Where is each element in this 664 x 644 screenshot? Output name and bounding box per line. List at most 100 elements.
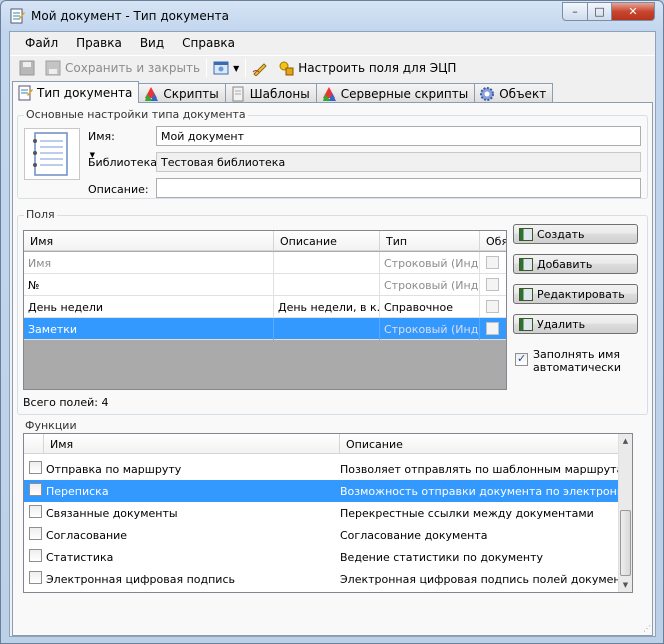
column-header-description[interactable]: Описание [274, 231, 380, 251]
list-item-selected[interactable]: Переписка Возможность отправки документа… [24, 480, 620, 502]
list-item[interactable]: Согласование Согласование документа [24, 524, 620, 546]
browser-window-icon [213, 61, 229, 75]
key-lock-icon [279, 61, 294, 76]
toolbar-separator [245, 59, 247, 77]
item-check-cell [24, 461, 46, 477]
tab-object[interactable]: Объект [474, 83, 554, 103]
column-header-required[interactable]: Обя: [480, 231, 506, 251]
functions-list: Имя Описание Отправка по маршруту Позвол… [23, 433, 633, 593]
scrollbar-thumb[interactable] [620, 510, 631, 576]
list-item[interactable]: Статистика Ведение статистики по докумен… [24, 546, 620, 568]
scripts-icon [145, 86, 159, 101]
name-field[interactable]: Мой документ [156, 126, 641, 146]
function-name: Статистика [46, 550, 114, 564]
autofill-name-checkbox[interactable] [515, 352, 528, 366]
client-area: Файл Правка Вид Справка Сохранить и закр… [9, 31, 656, 637]
maximize-button[interactable]: □ [587, 2, 612, 21]
tab-scripts[interactable]: Скрипты [138, 83, 226, 103]
group-title: Основные настройки типа документа [24, 108, 248, 121]
function-checkbox[interactable] [29, 483, 42, 496]
save-and-close-button[interactable]: Сохранить и закрыть [42, 57, 203, 79]
menu-help[interactable]: Справка [173, 33, 244, 53]
chevron-down-icon: ▼ [233, 63, 240, 73]
edit-field-button[interactable]: Редактировать [513, 284, 638, 304]
document-icon-picker[interactable]: ▼ [24, 128, 95, 180]
scroll-down-arrow-icon[interactable]: ▼ [619, 578, 632, 592]
resize-grip-icon[interactable]: ⋰ [643, 624, 653, 634]
functions-scrollbar[interactable]: ▲ ▼ [618, 434, 632, 592]
library-label: Библиотека: [88, 156, 161, 169]
list-item[interactable]: Связанные документы Перекрестные ссылки … [24, 502, 620, 524]
cell-description [274, 318, 380, 340]
required-checkbox[interactable] [486, 256, 499, 269]
scroll-up-arrow-icon[interactable]: ▲ [619, 434, 632, 448]
templates-icon [232, 86, 244, 101]
function-name: Согласование [46, 528, 128, 542]
function-checkbox[interactable] [29, 505, 42, 518]
item-check-cell [24, 549, 46, 565]
configure-ecp-fields-button[interactable]: Настроить поля для ЭЦП [275, 57, 459, 79]
save-button[interactable] [16, 57, 42, 79]
create-field-button[interactable]: Создать [513, 224, 638, 244]
save-close-icon [45, 60, 61, 76]
cell-name: Имя [24, 252, 274, 274]
delete-field-button[interactable]: Удалить [513, 314, 638, 334]
list-item[interactable]: Отправка по маршруту Позволяет отправлят… [24, 458, 620, 480]
function-checkbox[interactable] [29, 549, 42, 562]
function-description: Согласование документа [340, 528, 488, 542]
table-row[interactable]: День недели День недели, в к... Справочн… [24, 296, 506, 318]
function-checkbox[interactable] [29, 527, 42, 540]
function-checkbox[interactable] [29, 461, 42, 474]
configure-ecp-fields-label: Настроить поля для ЭЦП [298, 61, 457, 75]
column-header-name[interactable]: Имя [24, 231, 274, 251]
cell-description [274, 252, 380, 274]
tab-document-type[interactable]: Тип документа [12, 81, 140, 103]
sign-tool-button[interactable] [249, 57, 275, 79]
menu-bar: Файл Правка Вид Справка [10, 32, 655, 54]
tab-server-scripts[interactable]: Серверные скрипты [315, 83, 476, 103]
name-label: Имя: [88, 130, 115, 143]
menu-file[interactable]: Файл [16, 33, 67, 53]
cell-required [480, 274, 506, 296]
toolbar-separator [206, 59, 208, 77]
autofill-name-option[interactable]: Заполнять имя автоматически [515, 347, 645, 377]
library-field[interactable]: Тестовая библиотека [156, 152, 641, 172]
object-gear-icon [480, 86, 495, 101]
fields-total: Всего полей: 4 [23, 396, 109, 409]
list-item[interactable]: Электронная цифровая подпись Электронная… [24, 568, 620, 590]
pen-sign-icon [252, 63, 267, 76]
tab-label: Тип документа [37, 85, 133, 100]
minimize-button[interactable]: – [562, 2, 588, 21]
grid-edit-icon [519, 287, 533, 301]
menu-edit[interactable]: Правка [67, 33, 131, 53]
button-label: Удалить [537, 317, 586, 331]
function-checkbox[interactable] [29, 571, 42, 584]
required-checkbox[interactable] [486, 322, 499, 335]
view-dropdown-button[interactable]: ▼ [210, 57, 242, 79]
table-row[interactable]: № Строковый (Инд... [24, 274, 506, 296]
basic-settings-group: Основные настройки типа документа ▼ Имя:… [17, 108, 648, 199]
cell-name: Заметки [24, 318, 274, 340]
description-field[interactable] [156, 178, 641, 198]
tab-templates[interactable]: Шаблоны [224, 83, 317, 103]
cell-name: № [24, 274, 274, 296]
column-header-name[interactable]: Имя [44, 434, 340, 454]
title-bar[interactable]: Мой документ - Тип документа – □ ✕ [1, 1, 663, 31]
menu-view[interactable]: Вид [131, 33, 173, 53]
column-header-type[interactable]: Тип [380, 231, 480, 251]
cell-description: День недели, в к... [274, 296, 380, 318]
cell-name: День недели [24, 296, 274, 318]
close-button[interactable]: ✕ [611, 2, 655, 21]
required-checkbox[interactable] [486, 300, 499, 313]
fields-grid: Имя Описание Тип Обя: Имя Строковый (Инд… [23, 230, 507, 390]
column-header-description[interactable]: Описание [340, 434, 620, 454]
required-checkbox[interactable] [486, 278, 499, 291]
table-row-selected[interactable]: Заметки Строковый (Инд... [24, 318, 506, 340]
cell-required [480, 318, 506, 340]
add-field-button[interactable]: Добавить [513, 254, 638, 274]
grid-header: Имя Описание Тип Обя: [24, 231, 506, 251]
function-name: Электронная цифровая подпись [46, 572, 235, 586]
tab-label: Скрипты [163, 86, 219, 101]
button-label: Создать [537, 227, 585, 241]
table-row[interactable]: Имя Строковый (Инд... [24, 252, 506, 274]
